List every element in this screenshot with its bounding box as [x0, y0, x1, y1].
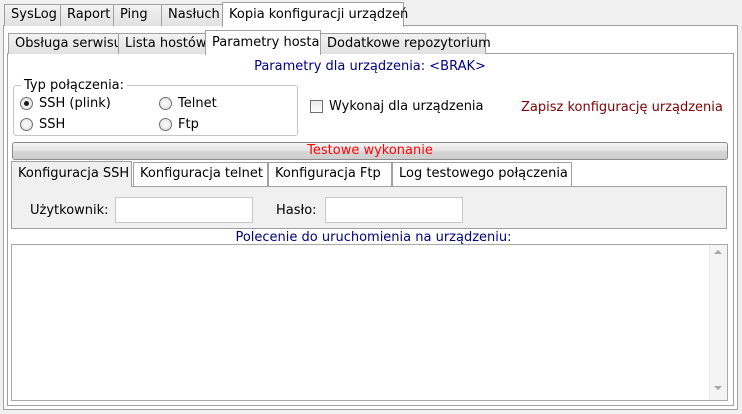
tab-nasluch[interactable]: Nasłuch [161, 4, 223, 26]
tab-parametry-hosta[interactable]: Parametry hosta [205, 30, 321, 55]
radio-ssh[interactable] [20, 118, 33, 131]
scroll-up-arrow-icon[interactable] [714, 250, 722, 254]
password-label: Hasło: [276, 203, 317, 218]
tab-konfiguracja-telnet[interactable]: Konfiguracja telnet [133, 162, 268, 186]
tab-konfiguracja-ftp[interactable]: Konfiguracja Ftp [268, 162, 392, 186]
command-textarea[interactable] [11, 244, 728, 401]
radio-ftp[interactable] [159, 118, 172, 131]
radio-ftp-label[interactable]: Ftp [178, 117, 199, 133]
user-label: Użytkownik: [30, 203, 109, 218]
radio-ssh-plink-label[interactable]: SSH (plink) [39, 96, 111, 112]
execute-for-device-checkbox[interactable] [310, 100, 323, 113]
tab-raport[interactable]: Raport [60, 4, 114, 26]
radio-ssh-label[interactable]: SSH [39, 117, 65, 133]
tab-ping[interactable]: Ping [113, 4, 162, 26]
tab-lista-hostow[interactable]: Lista hostów [118, 33, 206, 54]
tab-log-testowego-polaczenia[interactable]: Log testowego połączenia [392, 162, 572, 186]
radio-telnet-label[interactable]: Telnet [178, 96, 217, 112]
tab-dodatkowe-repozytorium[interactable]: Dodatkowe repozytorium [320, 33, 491, 54]
command-scrollbar[interactable] [709, 245, 727, 400]
host-params-header: Parametry dla urządzenia: <BRAK> [254, 59, 486, 74]
tab-syslog[interactable]: SysLog [4, 4, 61, 26]
password-input[interactable] [325, 197, 463, 223]
radio-telnet[interactable] [159, 97, 172, 110]
tab-kopia-konfiguracji[interactable]: Kopia konfiguracji urządzeń [222, 2, 408, 27]
scroll-down-arrow-icon[interactable] [714, 386, 722, 390]
tab-obsluga-serwisu[interactable]: Obsługa serwisu [8, 33, 122, 54]
save-config-link[interactable]: Zapisz konfigurację urządzenia [521, 100, 723, 116]
connection-type-label: Typ połączenia: [21, 78, 128, 94]
radio-ssh-plink[interactable] [20, 97, 33, 110]
tab-konfiguracja-ssh[interactable]: Konfiguracja SSH [11, 161, 132, 187]
test-execution-button[interactable]: Testowe wykonanie [12, 142, 728, 160]
execute-for-device-label[interactable]: Wykonaj dla urządzenia [329, 99, 484, 115]
user-input[interactable] [115, 197, 253, 223]
